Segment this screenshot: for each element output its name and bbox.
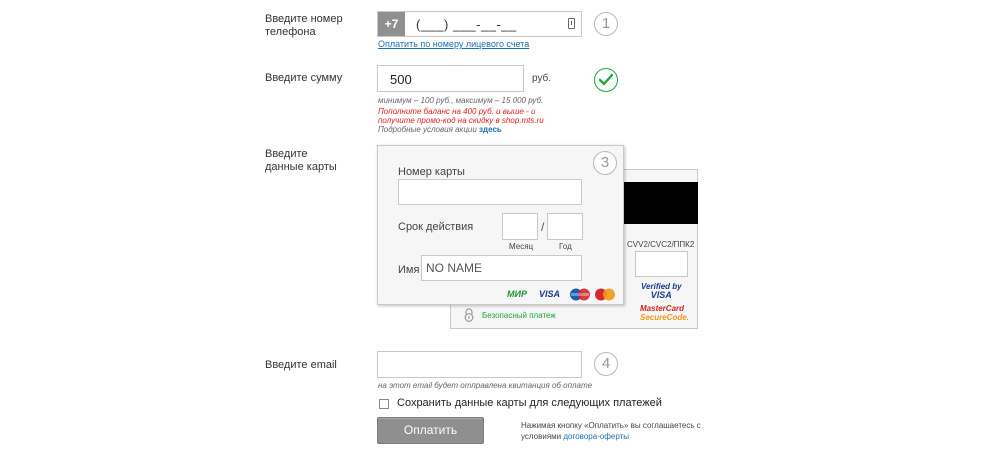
promo-line-1: Пополните баланс на 400 руб. и выше - и [378, 107, 536, 116]
visa-logo: VISA [539, 289, 561, 299]
offer-agreement-link[interactable]: договора-оферты [563, 432, 629, 441]
email-input[interactable] [377, 351, 582, 378]
cardholder-name-placeholder: NO NAME [426, 261, 483, 275]
securecode-line1: MasterCard [640, 304, 685, 313]
card-front: Номер карты Срок действия / Месяц Год Им… [377, 145, 624, 305]
card-number-label: Номер карты [398, 166, 465, 178]
terms-text: Нажимая кнопку «Оплатить» вы соглашаетес… [521, 420, 701, 442]
year-label: Год [559, 242, 572, 251]
promo-conditions-link[interactable]: здесь [479, 125, 502, 134]
card-label-line2: данные карты [265, 161, 337, 173]
mastercard-logo [594, 288, 616, 301]
email-hint: на этот email будет отправлена квитанция… [378, 381, 593, 390]
terms-line2: условиями [521, 432, 562, 441]
expiry-month-input[interactable] [502, 213, 538, 240]
promo-conditions-text: Подробные условия акции [378, 125, 477, 134]
promo-conditions: Подробные условия акции здесь [378, 125, 502, 134]
amount-label: Введите сумму [265, 72, 343, 84]
month-label: Месяц [509, 242, 534, 251]
verified-by-visa-logo: Verified by VISA [641, 282, 682, 300]
terms-line1: Нажимая кнопку «Оплатить» вы соглашаетес… [521, 421, 701, 430]
expiry-year-input[interactable] [547, 213, 583, 240]
lock-icon [463, 308, 475, 322]
pay-by-account-link[interactable]: Оплатить по номеру лицевого счета [378, 39, 529, 49]
currency-label: руб. [532, 73, 552, 84]
cvv-input[interactable] [635, 251, 688, 277]
card-number-input[interactable] [398, 179, 582, 205]
securecode-line2: SecureCode. [640, 313, 689, 322]
cvv-label: CVV2/CVC2/ППК2 [627, 240, 695, 249]
expiry-label: Срок действия [398, 221, 474, 233]
verified-line2: VISA [650, 290, 672, 300]
contact-book-icon[interactable] [568, 18, 575, 29]
phone-input[interactable]: +7 (___) ___-__-__ [377, 11, 582, 37]
promo-line-2: получите промо-код на скидку в shop.mts.… [378, 116, 544, 125]
mastercard-securecode-logo: MasterCard SecureCode. [640, 304, 689, 322]
pay-button[interactable]: Оплатить [377, 417, 484, 444]
secure-payment-text: Безопасный платеж [482, 311, 556, 320]
step-3-badge: 3 [593, 151, 617, 175]
phone-prefix: +7 [378, 12, 405, 36]
step-4-badge: 4 [594, 352, 618, 376]
name-label: Имя [398, 264, 420, 276]
terms-line2-row: условиями договора-оферты [521, 431, 701, 442]
check-icon [594, 68, 618, 92]
phone-mask: (___) ___-__-__ [416, 17, 517, 32]
save-card-checkbox[interactable] [379, 399, 389, 409]
amount-input[interactable]: 500 [377, 65, 524, 92]
maestro-logo [569, 288, 591, 301]
cardholder-name-input[interactable]: NO NAME [421, 255, 582, 281]
expiry-separator: / [541, 220, 545, 234]
magnetic-stripe [623, 182, 698, 224]
amount-limits: минимум – 100 руб., максимум – 15 000 ру… [378, 96, 544, 105]
email-label: Введите email [265, 359, 337, 371]
step-1-badge: 1 [594, 12, 618, 36]
card-label-line1: Введите [265, 148, 308, 160]
card-label: Введите данные карты [265, 148, 337, 174]
phone-label: Введите номер телефона [265, 13, 343, 38]
mir-logo: МИР [507, 289, 527, 299]
amount-value: 500 [390, 72, 412, 87]
save-card-label[interactable]: Сохранить данные карты для следующих пла… [397, 397, 662, 409]
